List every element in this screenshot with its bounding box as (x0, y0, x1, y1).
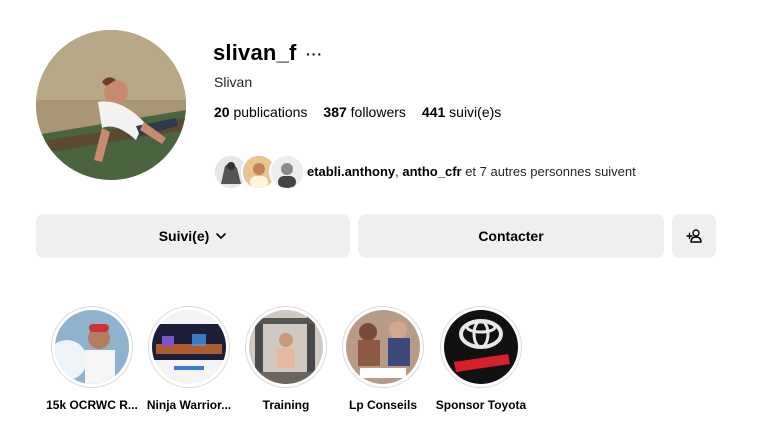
story-highlight-4[interactable]: Lp Conseils (339, 306, 427, 412)
stat-publications: 20 publications (214, 104, 307, 120)
profile-full-name: Slivan (214, 74, 253, 90)
stat-following-value: 441 (421, 104, 446, 120)
highlight-cover (152, 310, 226, 384)
highlight-ring (342, 306, 424, 388)
highlight-cover (249, 310, 323, 384)
story-highlight-1[interactable]: 15k OCRWC R... (46, 306, 138, 412)
highlight-label: Training (262, 398, 310, 412)
followed-by-user-1[interactable]: etabli.anthony (307, 164, 395, 179)
stat-followers-value: 387 (323, 104, 347, 120)
stat-followers[interactable]: 387 followers (323, 104, 406, 120)
followed-by-avatars (213, 154, 305, 190)
mini-avatar-3 (269, 154, 305, 190)
story-highlight-3[interactable]: Training (242, 306, 330, 412)
story-highlight-2[interactable]: Ninja Warrior... (145, 306, 233, 412)
highlight-label: Sponsor Toyota (435, 398, 527, 412)
highlight-label: Lp Conseils (348, 398, 417, 412)
highlight-ring (51, 306, 133, 388)
more-options-icon[interactable]: ··· (306, 46, 323, 62)
followed-by-text: etabli.anthony, antho_cfr et 7 autres pe… (307, 164, 636, 179)
avatar-photo (36, 30, 186, 180)
chevron-down-icon (215, 230, 227, 242)
contact-button-label: Contacter (478, 228, 544, 244)
stat-following[interactable]: 441 suivi(e)s (422, 104, 501, 120)
highlight-ring (245, 306, 327, 388)
highlight-ring (148, 306, 230, 388)
highlight-cover (346, 310, 420, 384)
highlight-cover (55, 310, 129, 384)
highlight-label: 15k OCRWC R... (46, 398, 138, 412)
followed-by-user-2[interactable]: antho_cfr (402, 164, 461, 179)
followed-by[interactable]: etabli.anthony, antho_cfr et 7 autres pe… (213, 154, 636, 190)
following-button-label: Suivi(e) (158, 228, 210, 244)
highlight-ring (440, 306, 522, 388)
followed-by-suffix: et 7 autres personnes suivent (461, 163, 636, 179)
stat-following-label: suivi(e)s (449, 104, 502, 120)
following-button[interactable]: Suivi(e) (36, 214, 350, 258)
profile-avatar[interactable] (36, 30, 186, 180)
highlight-label: Ninja Warrior... (146, 398, 232, 412)
stat-followers-label: followers (350, 104, 406, 120)
highlight-cover (444, 310, 518, 384)
story-highlight-5[interactable]: Sponsor Toyota (435, 306, 527, 412)
profile-stats: 20 publications 387 followers 441 suivi(… (214, 104, 501, 120)
contact-button[interactable]: Contacter (358, 214, 664, 258)
profile-username: slivan_f (213, 40, 297, 65)
add-person-icon (686, 228, 702, 244)
stat-publications-value: 20 (214, 104, 230, 120)
suggested-users-button[interactable] (672, 214, 716, 258)
stat-publications-label: publications (233, 104, 308, 120)
